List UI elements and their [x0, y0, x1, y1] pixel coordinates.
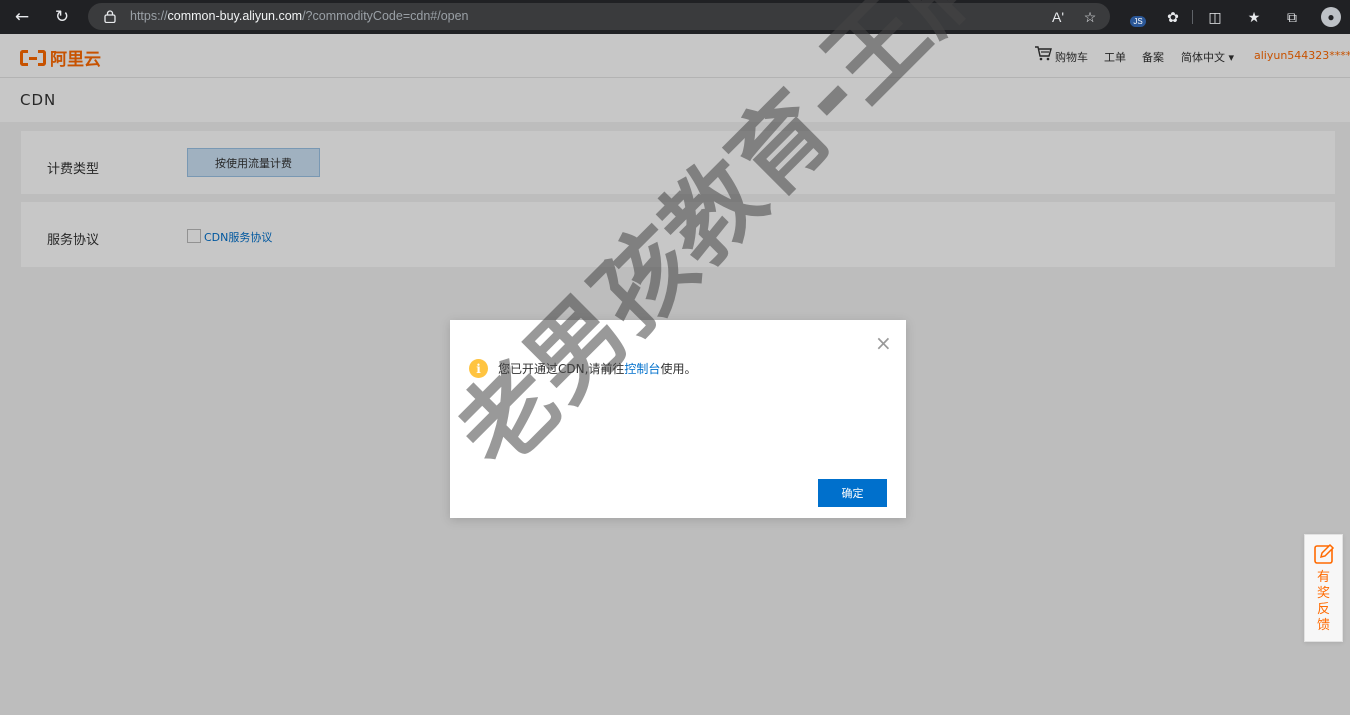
toolbar-divider — [1192, 10, 1193, 24]
address-bar[interactable]: https://common-buy.aliyun.com/?commodity… — [88, 3, 1110, 30]
feedback-widget[interactable]: 有奖反馈 — [1304, 534, 1343, 642]
collections-icon[interactable]: ⧉ — [1282, 7, 1302, 27]
close-icon[interactable]: × — [875, 333, 892, 353]
feedback-label: 有奖反馈 — [1317, 570, 1331, 633]
confirm-button[interactable]: 确定 — [818, 479, 887, 507]
refresh-icon[interactable]: ↻ — [50, 5, 74, 29]
message-suffix: 使用。 — [660, 362, 697, 376]
read-aloud-icon[interactable]: Aʹ — [1048, 7, 1068, 27]
lock-icon — [104, 10, 116, 23]
back-icon[interactable]: ← — [10, 5, 34, 29]
message-text: 您已开通过CDN,请前往 — [498, 362, 625, 376]
dialog-message: 您已开通过CDN,请前往控制台使用。 — [498, 360, 696, 377]
url-scheme: https:// — [130, 9, 168, 23]
favorites-icon[interactable]: ★ — [1244, 7, 1264, 27]
favorite-add-icon[interactable]: ☆ — [1080, 7, 1100, 27]
extensions-icon[interactable]: ✿ — [1163, 7, 1183, 27]
browser-toolbar: ← ↻ https://common-buy.aliyun.com/?commo… — [0, 0, 1350, 34]
url-path: /?commodityCode=cdn#/open — [302, 9, 469, 23]
console-link[interactable]: 控制台 — [624, 362, 660, 376]
url-host: common-buy.aliyun.com — [167, 9, 303, 23]
split-screen-icon[interactable]: ◫ — [1205, 7, 1225, 27]
js-badge: JS — [1130, 15, 1146, 27]
edit-icon — [1314, 543, 1335, 564]
warning-icon: i — [469, 359, 488, 378]
url-text: https://common-buy.aliyun.com/?commodity… — [130, 9, 469, 23]
notice-dialog: × i 您已开通过CDN,请前往控制台使用。 确定 — [450, 320, 906, 518]
profile-icon[interactable]: ● — [1321, 7, 1341, 27]
js-extension-icon[interactable]: JS — [1128, 7, 1148, 27]
